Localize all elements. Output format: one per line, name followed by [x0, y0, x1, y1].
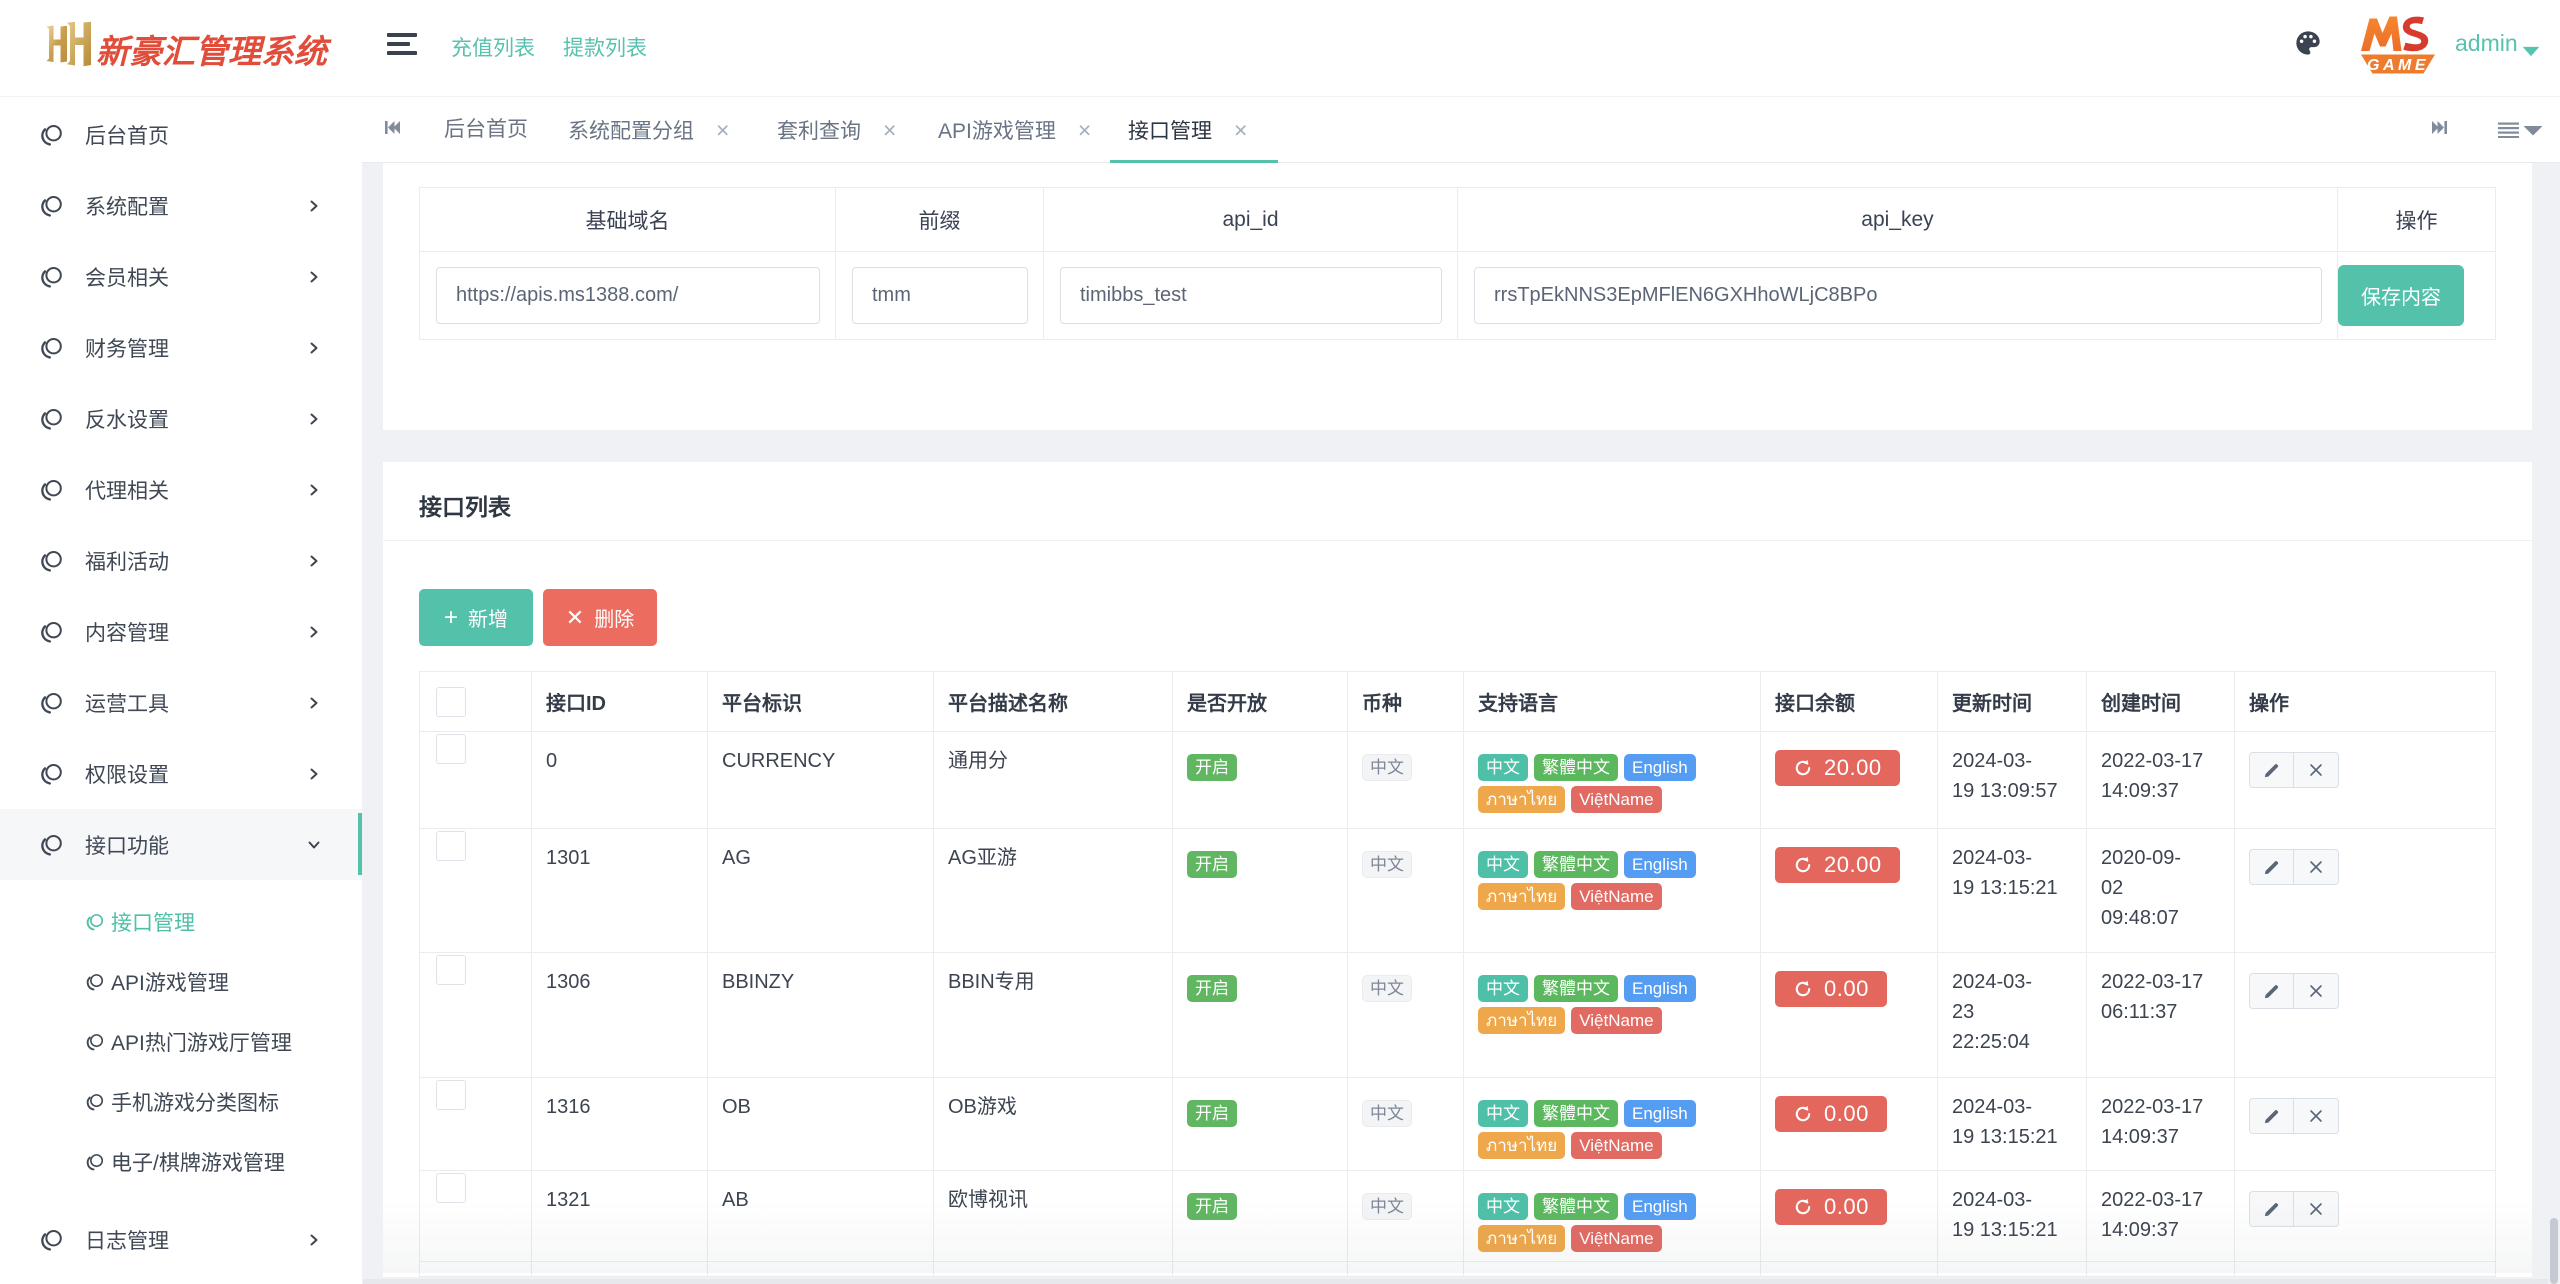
svg-text:GAME: GAME	[2367, 57, 2429, 74]
